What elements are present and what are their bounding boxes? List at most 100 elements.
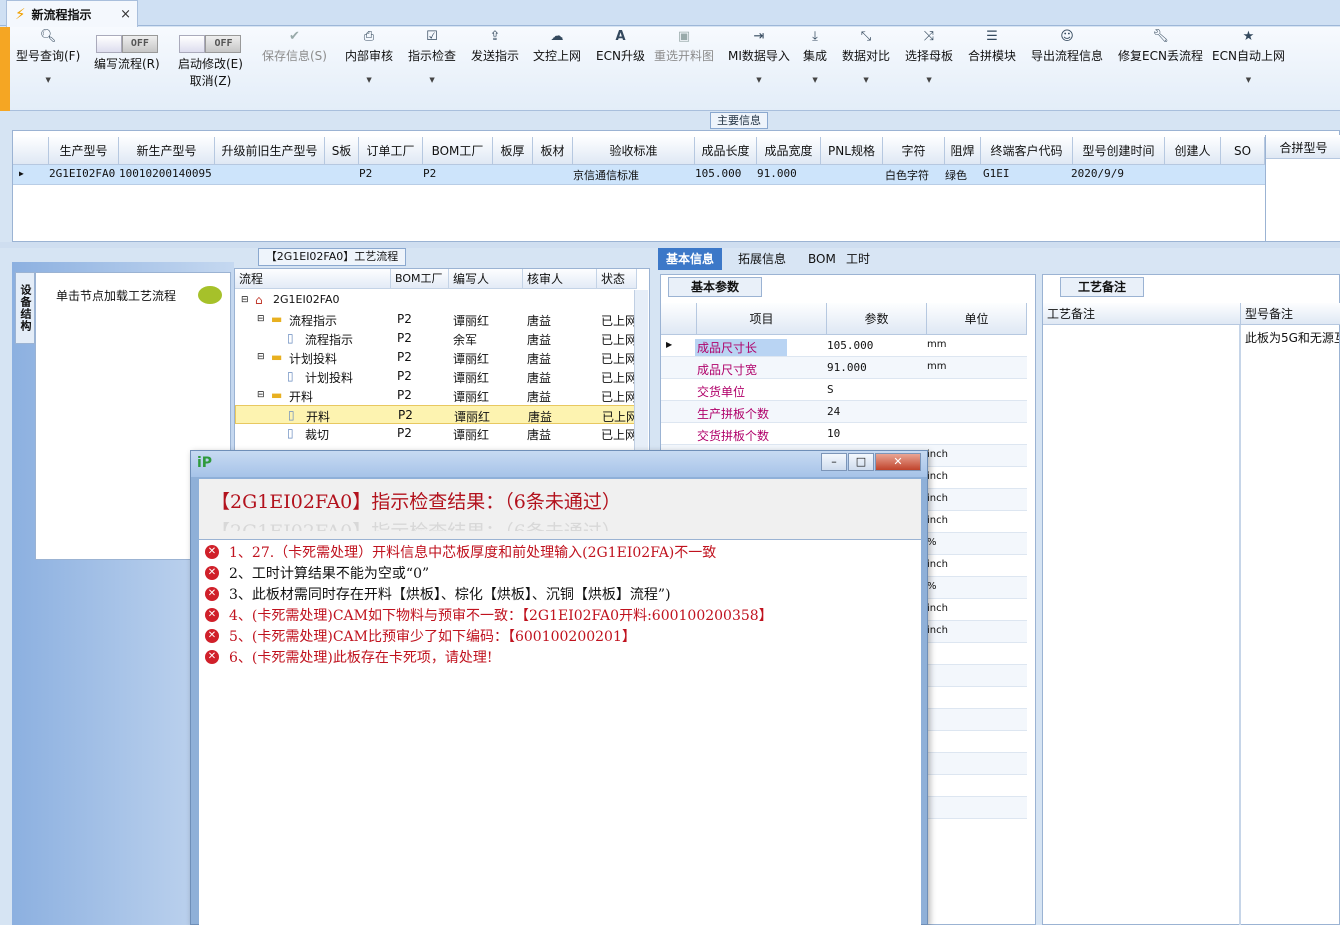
- tree-node[interactable]: ▯ 开料 P2 谭丽红 唐益 已上网: [235, 405, 638, 424]
- mi-import-button[interactable]: ⇥ MI数据导入 ▼: [728, 29, 790, 107]
- minimize-icon[interactable]: –: [821, 453, 847, 471]
- repair-ecn-button[interactable]: 🔧︎ 修复ECN丢流程: [1118, 29, 1203, 107]
- col-header[interactable]: SO: [1221, 137, 1265, 165]
- maximize-icon[interactable]: □: [848, 453, 874, 471]
- info-tab-bar: 基本信息 拓展信息 BOM 工时: [658, 248, 1340, 270]
- model-query-button[interactable]: 🔍︎ 型号查询(F) ▼: [16, 29, 80, 107]
- tab-basic-info[interactable]: 基本信息: [658, 248, 723, 270]
- col-header[interactable]: 阻焊: [945, 137, 981, 165]
- tree-node[interactable]: ▯ 流程指示 P2 余军 唐益 已上网: [235, 329, 637, 348]
- cancel-label[interactable]: 取消(Z): [190, 72, 232, 89]
- ecn-upgrade-button[interactable]: A ECN升级: [596, 29, 645, 107]
- params-col-header[interactable]: 参数: [827, 303, 927, 335]
- cell-order-factory[interactable]: P2: [359, 167, 372, 180]
- export-flow-button[interactable]: ☺ 导出流程信息: [1031, 29, 1103, 107]
- tree-node[interactable]: ▯ 计划投料 P2 谭丽红 唐益 已上网: [235, 367, 637, 386]
- tree-col-header[interactable]: 编写人: [449, 269, 523, 289]
- tree-col-header[interactable]: BOM工厂: [391, 269, 449, 289]
- save-info-button[interactable]: ✔ 保存信息(S): [262, 29, 327, 107]
- merge-module-button[interactable]: ☰ 合拼模块: [968, 29, 1016, 107]
- start-modify-switch[interactable]: OFF: [179, 35, 242, 53]
- col-header[interactable]: 生产型号: [49, 137, 119, 165]
- close-icon[interactable]: ✕: [875, 453, 921, 471]
- tree-cell-reviewer: 唐益: [527, 371, 552, 385]
- close-tab-icon[interactable]: ×: [120, 7, 131, 22]
- collapse-icon[interactable]: ⊟: [257, 314, 265, 324]
- internal-review-button[interactable]: ⎙ 内部审核 ▼: [345, 29, 393, 107]
- list-item[interactable]: ✕ 2、工时计算结果不能为空或“0”: [205, 563, 429, 583]
- cell-silkscreen[interactable]: 白色字符: [885, 167, 929, 183]
- tree-col-header[interactable]: 核审人: [523, 269, 597, 289]
- cell-soldermask[interactable]: 绿色: [945, 167, 967, 183]
- list-item[interactable]: ✕ 3、此板材需同时存在开料【烘板】、棕化【烘板】、沉铜【烘板】流程”): [205, 584, 671, 604]
- params-row[interactable]: ▶ 成品尺寸长 105.000 mm: [661, 335, 1027, 357]
- col-header[interactable]: 字符: [883, 137, 945, 165]
- cell-length[interactable]: 105.000: [695, 167, 741, 180]
- col-header[interactable]: PNL规格: [821, 137, 883, 165]
- tab-work-hours[interactable]: 工时: [838, 248, 878, 270]
- col-header[interactable]: 成品宽度: [757, 137, 821, 165]
- collapse-icon[interactable]: ⊟: [257, 390, 265, 400]
- params-row[interactable]: 生产拼板个数 24: [661, 401, 1027, 423]
- cell-standard[interactable]: 京信通信标准: [573, 167, 639, 183]
- cell-new-model[interactable]: 10010200140095: [119, 167, 212, 180]
- equipment-structure-tab[interactable]: 设备结构: [15, 272, 35, 344]
- tree-node[interactable]: ▯ 裁切 P2 谭丽红 唐益 已上网: [235, 424, 637, 443]
- list-item[interactable]: ✕ 5、(卡死需处理)CAM比预审少了如下编码：【600100200201】: [205, 626, 636, 646]
- tree-node[interactable]: ⊟ ⌂ 2G1EI02FA0: [235, 291, 635, 310]
- tree-node[interactable]: ⊟ ▬ 开料 P2 谭丽红 唐益 已上网: [235, 386, 637, 405]
- col-header[interactable]: 板材: [533, 137, 573, 165]
- col-header[interactable]: 板厚: [493, 137, 533, 165]
- list-item[interactable]: ✕ 4、(卡死需处理)CAM如下物料与预审不一致：【2G1EI02FA0开料:60…: [205, 605, 773, 625]
- select-mother-board-button[interactable]: ⤨ 选择母板 ▼: [905, 29, 953, 107]
- list-item[interactable]: ✕ 1、27.（卡死需处理）开料信息中芯板厚度和前处理输入(2G1EI02FA)不…: [205, 542, 716, 562]
- instruct-check-button[interactable]: ☑ 指示检查 ▼: [408, 29, 456, 107]
- basic-params-tab[interactable]: 基本参数: [668, 277, 762, 297]
- process-notes-tab[interactable]: 工艺备注: [1060, 277, 1144, 297]
- tree-col-header[interactable]: 流程: [235, 269, 391, 289]
- notes-col-header[interactable]: 型号备注: [1241, 303, 1340, 325]
- merge-model-header[interactable]: 合拼型号: [1266, 137, 1340, 159]
- col-header[interactable]: 新生产型号: [119, 137, 215, 165]
- notes-divider[interactable]: [1239, 325, 1241, 925]
- collapse-icon[interactable]: ⊟: [241, 295, 249, 305]
- params-row[interactable]: 成品尺寸宽 91.000 mm: [661, 357, 1027, 379]
- cell-model[interactable]: 2G1EI02FA0: [49, 167, 115, 180]
- tree-col-header[interactable]: 状态: [597, 269, 637, 289]
- col-header[interactable]: 验收标准: [573, 137, 695, 165]
- col-header[interactable]: 创建人: [1165, 137, 1221, 165]
- col-header[interactable]: 终端客户代码: [981, 137, 1073, 165]
- reselect-chart-button[interactable]: ▣ 重选开料图: [654, 29, 714, 107]
- start-modify-toggle[interactable]: OFF 启动修改(E) 取消(Z): [178, 29, 243, 107]
- col-header[interactable]: 成品长度: [695, 137, 757, 165]
- cam-upload-button[interactable]: ☁ 文控上网: [533, 29, 581, 107]
- tree-scrollbar[interactable]: [634, 290, 648, 458]
- params-col-header[interactable]: 单位: [927, 303, 1027, 335]
- col-header[interactable]: S板: [325, 137, 359, 165]
- dialog-titlebar[interactable]: [191, 451, 927, 477]
- cell-created-time[interactable]: 2020/9/9: [1071, 167, 1124, 180]
- cell-bom-factory[interactable]: P2: [423, 167, 436, 180]
- params-col-header[interactable]: 项目: [697, 303, 827, 335]
- integrate-button[interactable]: ⤓ 集成 ▼: [803, 29, 827, 107]
- edit-flow-switch[interactable]: OFF: [95, 35, 158, 53]
- edit-flow-toggle[interactable]: OFF 编写流程(R): [94, 29, 160, 107]
- ecn-auto-upload-button[interactable]: ★ ECN自动上网 ▼: [1212, 29, 1285, 107]
- document-tab[interactable]: ⚡ 新流程指示 ×: [6, 0, 138, 27]
- data-compare-button[interactable]: ⤡ 数据对比 ▼: [842, 29, 890, 107]
- notes-col-header[interactable]: 工艺备注: [1043, 303, 1241, 325]
- collapse-icon[interactable]: ⊟: [257, 352, 265, 362]
- tree-node[interactable]: ⊟ ▬ 流程指示 P2 谭丽红 唐益 已上网: [235, 310, 637, 329]
- params-row[interactable]: 交货单位 S: [661, 379, 1027, 401]
- col-header[interactable]: 订单工厂: [359, 137, 423, 165]
- params-row[interactable]: 交货拼板个数 10: [661, 423, 1027, 445]
- cell-width[interactable]: 91.000: [757, 167, 797, 180]
- tab-extended-info[interactable]: 拓展信息: [730, 248, 794, 270]
- send-instruct-button[interactable]: ⇪ 发送指示: [471, 29, 519, 107]
- col-header[interactable]: 型号创建时间: [1073, 137, 1165, 165]
- cell-customer-code[interactable]: G1EI: [983, 167, 1010, 180]
- col-header[interactable]: 升级前旧生产型号: [215, 137, 325, 165]
- col-header[interactable]: BOM工厂: [423, 137, 493, 165]
- list-item[interactable]: ✕ 6、(卡死需处理)此板存在卡死项，请处理!: [205, 647, 492, 667]
- tree-node[interactable]: ⊟ ▬ 计划投料 P2 谭丽红 唐益 已上网: [235, 348, 637, 367]
